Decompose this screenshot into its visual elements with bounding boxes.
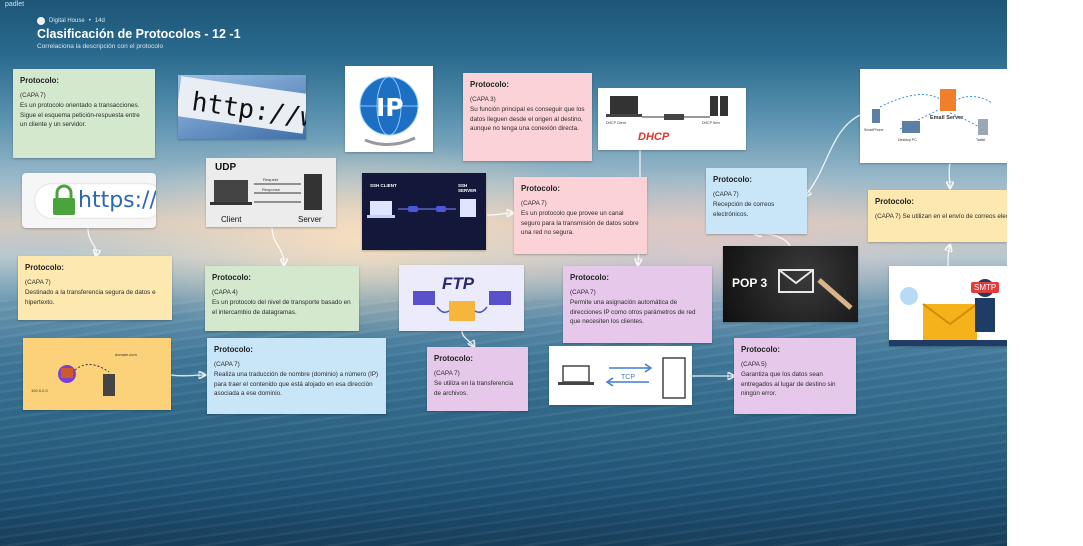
- email-image[interactable]: Email Server Desktop PC SmartPhone Table…: [860, 69, 1007, 163]
- email-pc-label: Desktop PC: [898, 138, 917, 142]
- card-smtp[interactable]: Protocolo: (CAPA 7) Se utilizan en el en…: [868, 190, 1007, 242]
- card-body: (CAPA 7) Es un protocolo que provee un c…: [521, 200, 639, 237]
- card-title: Protocolo:: [212, 273, 251, 282]
- card-pop3[interactable]: Protocolo: (CAPA 7) Recepción de correos…: [706, 168, 807, 234]
- email-network-diagram: Email Server Desktop PC SmartPhone Table…: [864, 89, 993, 142]
- ssh-server-label: SSH SERVER: [458, 183, 477, 193]
- email-phone-label: SmartPhone: [864, 128, 884, 132]
- http-image[interactable]: http://www: [178, 75, 306, 139]
- card-dns[interactable]: Protocolo: (CAPA 7) Realiza una traducci…: [207, 338, 386, 414]
- ip-image[interactable]: IP: [345, 66, 433, 152]
- smtp-image[interactable]: SMTP: [889, 266, 1007, 346]
- card-body: (CAPA 3) Su función principal es consegu…: [470, 96, 585, 133]
- card-ssh[interactable]: Protocolo: (CAPA 7) Es un protocolo que …: [514, 177, 647, 254]
- card-ip[interactable]: Protocolo: (CAPA 3) Su función principal…: [463, 73, 592, 161]
- arrow-dns: [170, 375, 205, 376]
- ip-text: IP: [376, 93, 404, 122]
- dhcp-server-label: DHCP Serv: [702, 121, 720, 125]
- smtp-illustration: [889, 279, 1007, 346]
- udp-request: Request: [263, 177, 279, 182]
- arrow-udp: [271, 225, 284, 265]
- smtp-text: SMTP: [971, 282, 1000, 293]
- card-tcp[interactable]: Protocolo: (CAPA 5) Garantiza que los da…: [734, 338, 856, 414]
- dns-diagram: domain.com 192.0.2.0: [31, 352, 137, 396]
- card-body: (CAPA 7) Se utilizan en el envío de corr…: [875, 213, 1007, 221]
- https-text: https://: [78, 188, 156, 213]
- dhcp-client-label: DHCP Client: [606, 121, 626, 125]
- arrow-ftp: [461, 330, 474, 347]
- card-dhcp[interactable]: Protocolo: (CAPA 7) Permite una asignaci…: [563, 266, 712, 343]
- card-body: (CAPA 7) Realiza una traducción de nombr…: [214, 361, 379, 398]
- ftp-image[interactable]: FTP: [399, 265, 524, 331]
- udp-title: UDP: [215, 162, 237, 173]
- http-graphic: http://www: [178, 76, 306, 139]
- card-title: Protocolo:: [521, 184, 560, 193]
- card-body: (CAPA 7) Destinado a la transferencia se…: [25, 279, 156, 306]
- ftp-text: FTP: [442, 274, 475, 293]
- arrow-https: [87, 227, 96, 256]
- ssh-image[interactable]: SSH CLIENT SSH SERVER: [362, 173, 486, 250]
- dns-image[interactable]: domain.com 192.0.2.0: [23, 338, 171, 410]
- udp-response: Response: [262, 187, 281, 192]
- udp-image[interactable]: UDP Request Response Client Server: [206, 158, 336, 227]
- pop3-image[interactable]: POP 3: [723, 246, 858, 322]
- card-udp[interactable]: Protocolo: (CAPA 4) Es un protocolo del …: [205, 266, 359, 331]
- dns-ip: 192.0.2.0: [31, 388, 48, 393]
- tcp-image[interactable]: TCP: [549, 346, 692, 405]
- pop3-text: POP 3: [732, 276, 768, 290]
- card-body: (CAPA 7) Es un protocolo orientado a tra…: [20, 92, 140, 129]
- email-server-label: Email Server: [930, 115, 964, 121]
- arrow-pop3: [755, 234, 791, 247]
- card-http[interactable]: Protocolo: (CAPA 7) Es un protocolo orie…: [13, 69, 155, 158]
- email-tablet-label: Tablet: [976, 138, 985, 142]
- card-ftp[interactable]: Protocolo: (CAPA 7) Se utiliza en la tra…: [427, 347, 528, 411]
- card-body: (CAPA 4) Es un protocolo del nivel de tr…: [212, 289, 351, 316]
- card-title: Protocolo:: [570, 273, 609, 282]
- card-https[interactable]: Protocolo: (CAPA 7) Destinado a la trans…: [18, 256, 172, 320]
- tcp-diagram: TCP: [558, 357, 686, 399]
- tcp-text: TCP: [621, 374, 635, 381]
- arrow-ssh: [486, 213, 513, 215]
- card-title: Protocolo:: [741, 345, 780, 354]
- dns-domain: domain.com: [115, 352, 137, 357]
- https-image[interactable]: https://: [22, 173, 156, 228]
- card-title: Protocolo:: [20, 76, 59, 85]
- ip-globe-icon: IP: [359, 76, 419, 146]
- arrow-email-smtp: [949, 162, 950, 188]
- arrow-smtp: [948, 245, 950, 267]
- dhcp-diagram: DHCP Client DHCP Serv DHCP: [606, 96, 728, 143]
- dhcp-logo: DHCP: [638, 131, 670, 143]
- arrow-email: [805, 114, 861, 196]
- card-title: Protocolo:: [25, 263, 64, 272]
- card-title: Protocolo:: [713, 175, 752, 184]
- card-title: Protocolo:: [214, 345, 253, 354]
- card-title: Protocolo:: [875, 197, 914, 206]
- card-title: Protocolo:: [434, 354, 473, 363]
- card-body: (CAPA 7) Recepción de correos electrónic…: [713, 191, 775, 218]
- udp-client: Client: [221, 215, 242, 224]
- card-body: (CAPA 7) Se utiliza en la transferencia …: [434, 370, 514, 397]
- card-title: Protocolo:: [470, 80, 509, 89]
- ssh-client-label: SSH CLIENT: [370, 183, 397, 188]
- card-body: (CAPA 5) Garantiza que los datos sean en…: [741, 361, 836, 398]
- udp-server: Server: [298, 215, 322, 224]
- dhcp-image[interactable]: DHCP Client DHCP Serv DHCP: [598, 88, 746, 150]
- card-body: (CAPA 7) Permite una asignación automáti…: [570, 289, 696, 326]
- padlet-board: padlet Digital House • 14d Clasificación…: [0, 0, 1007, 546]
